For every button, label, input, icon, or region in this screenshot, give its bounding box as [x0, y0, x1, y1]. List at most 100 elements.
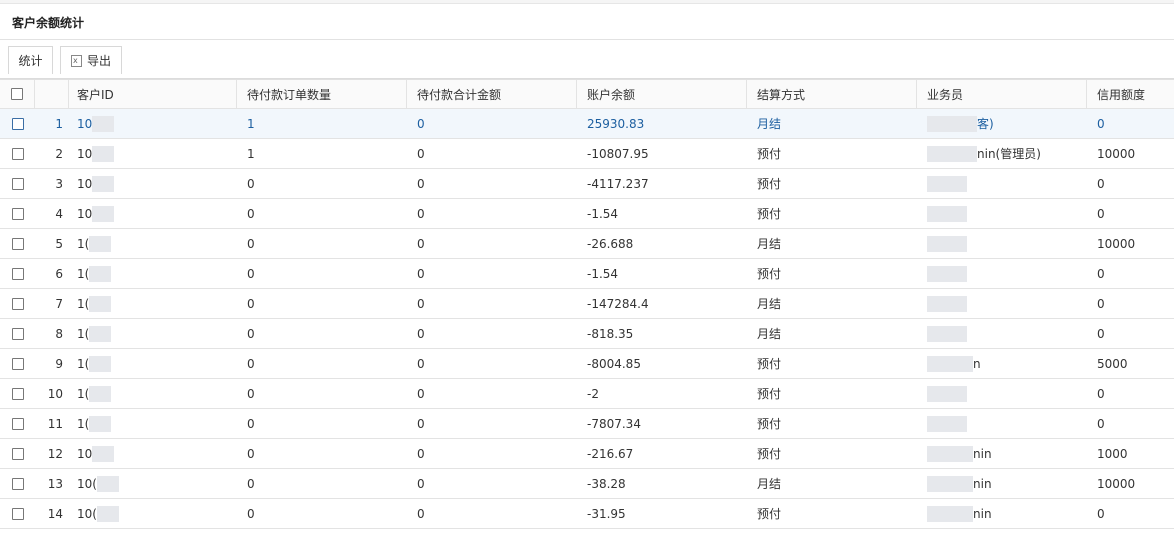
- table-row[interactable]: 4 10 0 0 -1.54 预付 0: [0, 199, 1174, 229]
- row-checkbox-cell[interactable]: [0, 139, 35, 168]
- redacted-blur: [89, 385, 112, 402]
- pending-total-amount-cell: 0: [417, 176, 425, 191]
- row-checkbox[interactable]: [11, 207, 24, 220]
- table-row[interactable]: 12 10 0 0 -216.67 预付 nin 1000: [0, 439, 1174, 469]
- row-checkbox[interactable]: [11, 267, 24, 280]
- header-pending-total-amount[interactable]: 待付款合计金额: [407, 80, 577, 108]
- pending-total-amount-cell: 0: [417, 386, 425, 401]
- redacted-blur: [92, 205, 115, 222]
- export-button[interactable]: 导出: [60, 46, 122, 74]
- row-checkbox[interactable]: [11, 177, 24, 190]
- table-row[interactable]: 9 1(0 0 -8004.85 预付 n 5000: [0, 349, 1174, 379]
- settlement-method-cell: 预付: [757, 147, 782, 161]
- row-number: 2: [55, 146, 63, 161]
- account-balance-cell: -2: [587, 386, 599, 401]
- salesperson-text: n: [973, 356, 981, 371]
- account-balance-cell: -10807.95: [587, 146, 649, 161]
- credit-limit-cell: 0: [1097, 416, 1105, 431]
- redacted-blur: [92, 115, 115, 132]
- row-checkbox-cell[interactable]: [0, 319, 35, 348]
- row-checkbox-cell[interactable]: [0, 409, 35, 438]
- redacted-blur: [927, 505, 973, 522]
- row-checkbox-cell[interactable]: [0, 199, 35, 228]
- row-checkbox[interactable]: [11, 417, 24, 430]
- redacted-blur: [927, 205, 967, 222]
- table-row[interactable]: 14 10(0 0 -31.95 预付 nin 0: [0, 499, 1174, 529]
- row-checkbox[interactable]: [11, 477, 24, 490]
- row-checkbox-cell[interactable]: [0, 289, 35, 318]
- header-salesperson[interactable]: 业务员: [917, 80, 1087, 108]
- pending-total-amount-cell: 0: [417, 236, 425, 251]
- table-row[interactable]: 5 1(0 0 -26.688 月结 10000: [0, 229, 1174, 259]
- header-account-balance[interactable]: 账户余额: [577, 80, 747, 108]
- row-number: 1: [55, 116, 63, 131]
- pending-order-count-cell: 0: [247, 416, 255, 431]
- row-checkbox-cell[interactable]: [0, 379, 35, 408]
- salesperson-text: nin: [973, 476, 992, 491]
- customer-id-text: 1(: [77, 266, 90, 281]
- customer-id-cell: 1(: [69, 409, 237, 438]
- stat-button[interactable]: 统计: [8, 46, 53, 74]
- panel-header: 客户余额统计: [0, 4, 1174, 40]
- salesperson-cell: [917, 289, 1087, 318]
- redacted-blur: [927, 445, 973, 462]
- row-checkbox-cell[interactable]: [0, 229, 35, 258]
- customer-id-cell: 10: [69, 439, 237, 468]
- pending-total-amount-cell: 0: [417, 356, 425, 371]
- row-number: 11: [47, 416, 63, 431]
- customer-id-cell: 10(: [69, 499, 237, 528]
- row-number: 7: [55, 296, 63, 311]
- row-checkbox-cell[interactable]: [0, 349, 35, 378]
- credit-limit-cell: 0: [1097, 176, 1105, 191]
- customer-id-cell: 10: [69, 169, 237, 198]
- row-checkbox-cell[interactable]: [0, 109, 35, 138]
- table-row[interactable]: 6 1(0 0 -1.54 预付 0: [0, 259, 1174, 289]
- header-pending-order-count[interactable]: 待付款订单数量: [237, 80, 407, 108]
- table-row[interactable]: 11 1(0 0 -7807.34 预付 0: [0, 409, 1174, 439]
- row-checkbox-cell[interactable]: [0, 469, 35, 498]
- credit-limit-cell: 0: [1097, 296, 1105, 311]
- row-checkbox[interactable]: [11, 327, 24, 340]
- row-checkbox[interactable]: [11, 387, 24, 400]
- table-row[interactable]: 10 1(0 0 -2 预付 0: [0, 379, 1174, 409]
- row-checkbox[interactable]: [11, 117, 24, 130]
- select-all-checkbox[interactable]: [11, 88, 23, 100]
- settlement-method-cell: 月结: [757, 327, 782, 341]
- pending-total-amount-cell: 0: [417, 116, 425, 131]
- header-select-all[interactable]: [0, 80, 35, 108]
- table-row[interactable]: 1 10 1 0 25930.83 月结 客) 0: [0, 109, 1174, 139]
- table-row[interactable]: 3 10 0 0 -4117.237 预付 0: [0, 169, 1174, 199]
- row-checkbox[interactable]: [11, 237, 24, 250]
- row-checkbox[interactable]: [11, 147, 24, 160]
- salesperson-text: nin(管理员): [977, 147, 1041, 161]
- redacted-blur: [92, 175, 115, 192]
- row-checkbox[interactable]: [11, 357, 24, 370]
- row-checkbox[interactable]: [11, 297, 24, 310]
- customer-id-cell: 1(: [69, 379, 237, 408]
- header-settlement-method[interactable]: 结算方式: [747, 80, 917, 108]
- row-checkbox[interactable]: [11, 447, 24, 460]
- customer-id-text: 10: [77, 206, 93, 221]
- settlement-method-cell: 月结: [757, 237, 782, 251]
- row-number: 3: [55, 176, 63, 191]
- table-row[interactable]: 13 10(0 0 -38.28 月结 nin 10000: [0, 469, 1174, 499]
- row-checkbox-cell[interactable]: [0, 439, 35, 468]
- redacted-blur: [927, 295, 967, 312]
- row-checkbox-cell[interactable]: [0, 169, 35, 198]
- credit-limit-cell: 0: [1097, 266, 1105, 281]
- table-row[interactable]: 2 10 1 0 -10807.95 预付 nin(管理员) 10000: [0, 139, 1174, 169]
- customer-balance-table: 客户ID 待付款订单数量 待付款合计金额 账户余额 结算方式 业务员 信用额度 …: [0, 79, 1174, 529]
- toolbar: 统计 导出: [0, 41, 1174, 79]
- customer-id-cell: 10(: [69, 469, 237, 498]
- row-checkbox-cell[interactable]: [0, 259, 35, 288]
- redacted-blur: [927, 385, 967, 402]
- pending-total-amount-cell: 0: [417, 326, 425, 341]
- header-customer-id[interactable]: 客户ID: [69, 80, 237, 108]
- table-row[interactable]: 8 1(0 0 -818.35 月结 0: [0, 319, 1174, 349]
- row-checkbox[interactable]: [11, 507, 24, 520]
- account-balance-cell: -8004.85: [587, 356, 641, 371]
- row-checkbox-cell[interactable]: [0, 499, 35, 528]
- header-credit-limit[interactable]: 信用额度: [1087, 80, 1174, 108]
- table-row[interactable]: 7 1(0 0 -147284.4 月结 0: [0, 289, 1174, 319]
- customer-id-cell: 1(: [69, 349, 237, 378]
